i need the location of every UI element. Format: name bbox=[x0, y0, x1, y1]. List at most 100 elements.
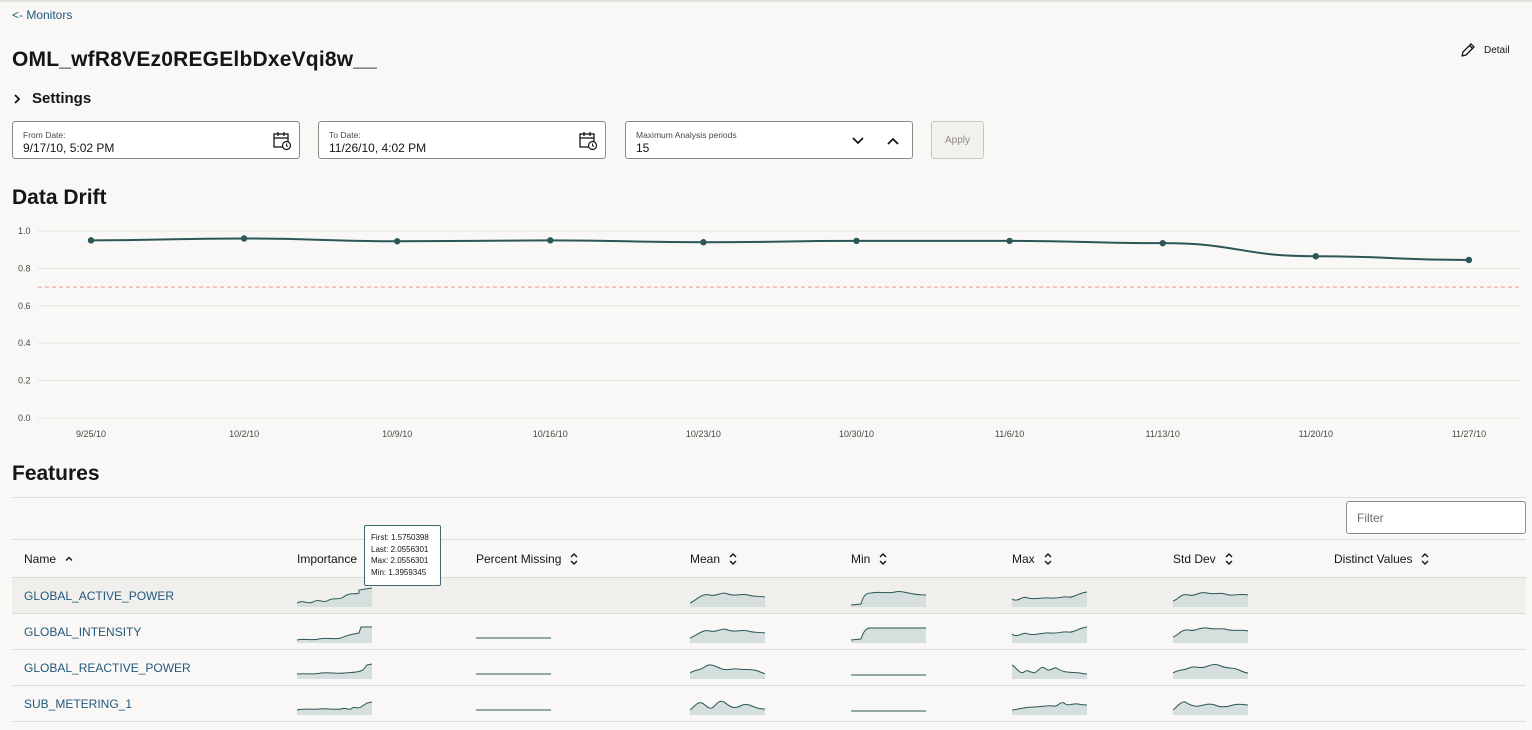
y-tick-label: 0.4 bbox=[18, 338, 31, 348]
top-border bbox=[0, 0, 1532, 2]
tooltip-first: First: 1.5750398 bbox=[371, 533, 429, 542]
y-tick-label: 0.2 bbox=[18, 376, 31, 386]
column-header-std-dev[interactable]: Std Dev bbox=[1173, 552, 1234, 566]
from-date-label: From Date: bbox=[23, 130, 66, 140]
settings-label: Settings bbox=[32, 90, 92, 107]
y-tick-label: 0.8 bbox=[18, 263, 31, 273]
back-to-monitors-link[interactable]: <- Monitors bbox=[12, 8, 72, 22]
column-label: Distinct Values bbox=[1334, 552, 1413, 566]
y-tick-label: 0.6 bbox=[18, 301, 31, 311]
max-analysis-periods-stepper[interactable]: Maximum Analysis periods 15 bbox=[625, 121, 913, 159]
calendar-icon[interactable] bbox=[578, 131, 598, 151]
features-title: Features bbox=[12, 462, 100, 485]
settings-toggle[interactable]: Settings bbox=[12, 90, 91, 107]
feature-name-link[interactable]: GLOBAL_ACTIVE_POWER bbox=[24, 589, 174, 603]
x-tick-label: 11/6/10 bbox=[995, 429, 1024, 439]
table-row[interactable]: SUB_METERING_1 bbox=[12, 686, 1526, 722]
page-title: OML_wfR8VEz0REGElbDxeVqi8w__ bbox=[12, 48, 378, 71]
table-row[interactable]: GLOBAL_INTENSITY bbox=[12, 614, 1526, 650]
max-periods-label: Maximum Analysis periods bbox=[636, 130, 737, 140]
feature-name-link[interactable]: SUB_METERING_1 bbox=[24, 697, 132, 711]
min-sparkline bbox=[851, 710, 926, 712]
column-label: Percent Missing bbox=[476, 552, 562, 566]
column-header-name[interactable]: Name bbox=[24, 552, 74, 566]
std-dev-sparkline bbox=[1173, 627, 1248, 643]
sort-icon bbox=[1421, 553, 1429, 565]
column-label: Max bbox=[1012, 552, 1035, 566]
section-divider bbox=[12, 497, 1526, 498]
tooltip-max: Max: 2.0556301 bbox=[371, 556, 429, 566]
chevron-right-icon bbox=[14, 93, 21, 104]
percent-missing-sparkline bbox=[476, 709, 551, 711]
table-row[interactable]: GLOBAL_REACTIVE_POWER bbox=[12, 650, 1526, 686]
filter-input[interactable] bbox=[1346, 501, 1526, 534]
detail-button[interactable]: Detail bbox=[1460, 42, 1510, 58]
from-date-field[interactable]: From Date: 9/17/10, 5:02 PM bbox=[12, 121, 300, 159]
column-header-distinct-values[interactable]: Distinct Values bbox=[1334, 552, 1430, 566]
feature-name-link[interactable]: GLOBAL_REACTIVE_POWER bbox=[24, 661, 191, 675]
chevron-down-icon[interactable] bbox=[850, 134, 866, 148]
data-point bbox=[87, 237, 95, 244]
x-tick-label: 11/20/10 bbox=[1299, 429, 1333, 439]
x-tick-label: 10/16/10 bbox=[533, 429, 568, 439]
x-tick-label: 11/13/10 bbox=[1146, 429, 1180, 439]
pencil-icon bbox=[1461, 43, 1475, 57]
importance-sparkline[interactable] bbox=[297, 693, 372, 715]
percent-missing-sparkline bbox=[476, 673, 551, 675]
data-point bbox=[1006, 237, 1013, 245]
column-label: Min bbox=[851, 552, 871, 566]
detail-label: Detail bbox=[1484, 44, 1510, 56]
importance-sparkline[interactable] bbox=[297, 657, 372, 679]
drift-series-line bbox=[90, 237, 1469, 261]
to-date-value: 11/26/10, 4:02 PM bbox=[329, 141, 427, 155]
data-point bbox=[1312, 253, 1320, 260]
tooltip-min: Min: 1.3959345 bbox=[371, 567, 427, 577]
apply-button[interactable]: Apply bbox=[931, 121, 984, 159]
column-header-max[interactable]: Max bbox=[1012, 552, 1053, 566]
sort-ascending-icon bbox=[65, 556, 73, 561]
table-header: Name Importance Percent Missing Mean Min… bbox=[12, 539, 1526, 578]
table-row[interactable]: GLOBAL_ACTIVE_POWER bbox=[12, 578, 1526, 614]
max-sparkline bbox=[1012, 664, 1087, 679]
data-point bbox=[547, 237, 554, 244]
mean-sparkline bbox=[690, 700, 765, 715]
x-tick-label: 9/25/10 bbox=[76, 429, 106, 439]
y-tick-label: 0.0 bbox=[18, 413, 31, 423]
column-header-mean[interactable]: Mean bbox=[690, 552, 738, 566]
max-sparkline bbox=[1012, 702, 1087, 715]
calendar-icon[interactable] bbox=[272, 131, 292, 151]
sparkline-tooltip: First: 1.5750398 Last: 2.0556301 Max: 2.… bbox=[364, 525, 441, 586]
x-tick-label: 11/27/10 bbox=[1452, 429, 1486, 439]
to-date-field[interactable]: To Date: 11/26/10, 4:02 PM bbox=[318, 121, 606, 159]
percent-missing-sparkline bbox=[476, 637, 551, 639]
chevron-up-icon[interactable] bbox=[885, 134, 901, 148]
y-tick-label: 1.0 bbox=[18, 226, 31, 236]
importance-sparkline[interactable] bbox=[297, 621, 372, 643]
sort-icon bbox=[879, 553, 887, 565]
column-label: Name bbox=[24, 552, 57, 566]
data-point bbox=[240, 235, 248, 242]
data-point bbox=[1159, 239, 1166, 247]
std-dev-sparkline bbox=[1173, 592, 1248, 607]
from-date-value: 9/17/10, 5:02 PM bbox=[23, 141, 115, 155]
importance-sparkline[interactable] bbox=[297, 585, 372, 607]
column-header-percent-missing[interactable]: Percent Missing bbox=[476, 552, 579, 566]
tooltip-last: Last: 2.0556301 bbox=[371, 544, 429, 554]
std-dev-sparkline bbox=[1173, 663, 1248, 679]
data-point bbox=[700, 239, 707, 246]
features-table: Name Importance Percent Missing Mean Min… bbox=[12, 539, 1526, 722]
mean-sparkline bbox=[690, 664, 765, 679]
min-sparkline bbox=[851, 627, 926, 643]
x-tick-label: 10/23/10 bbox=[686, 429, 721, 439]
sort-icon bbox=[729, 553, 737, 565]
sort-icon bbox=[1044, 553, 1052, 565]
sort-icon bbox=[1225, 553, 1233, 565]
feature-name-link[interactable]: GLOBAL_INTENSITY bbox=[24, 625, 141, 639]
min-sparkline bbox=[851, 591, 926, 607]
column-label: Mean bbox=[690, 552, 721, 566]
max-sparkline bbox=[1012, 626, 1087, 643]
column-header-min[interactable]: Min bbox=[851, 552, 888, 566]
column-header-importance[interactable]: Importance bbox=[297, 552, 357, 566]
min-sparkline bbox=[851, 674, 926, 676]
max-sparkline bbox=[1012, 591, 1087, 607]
